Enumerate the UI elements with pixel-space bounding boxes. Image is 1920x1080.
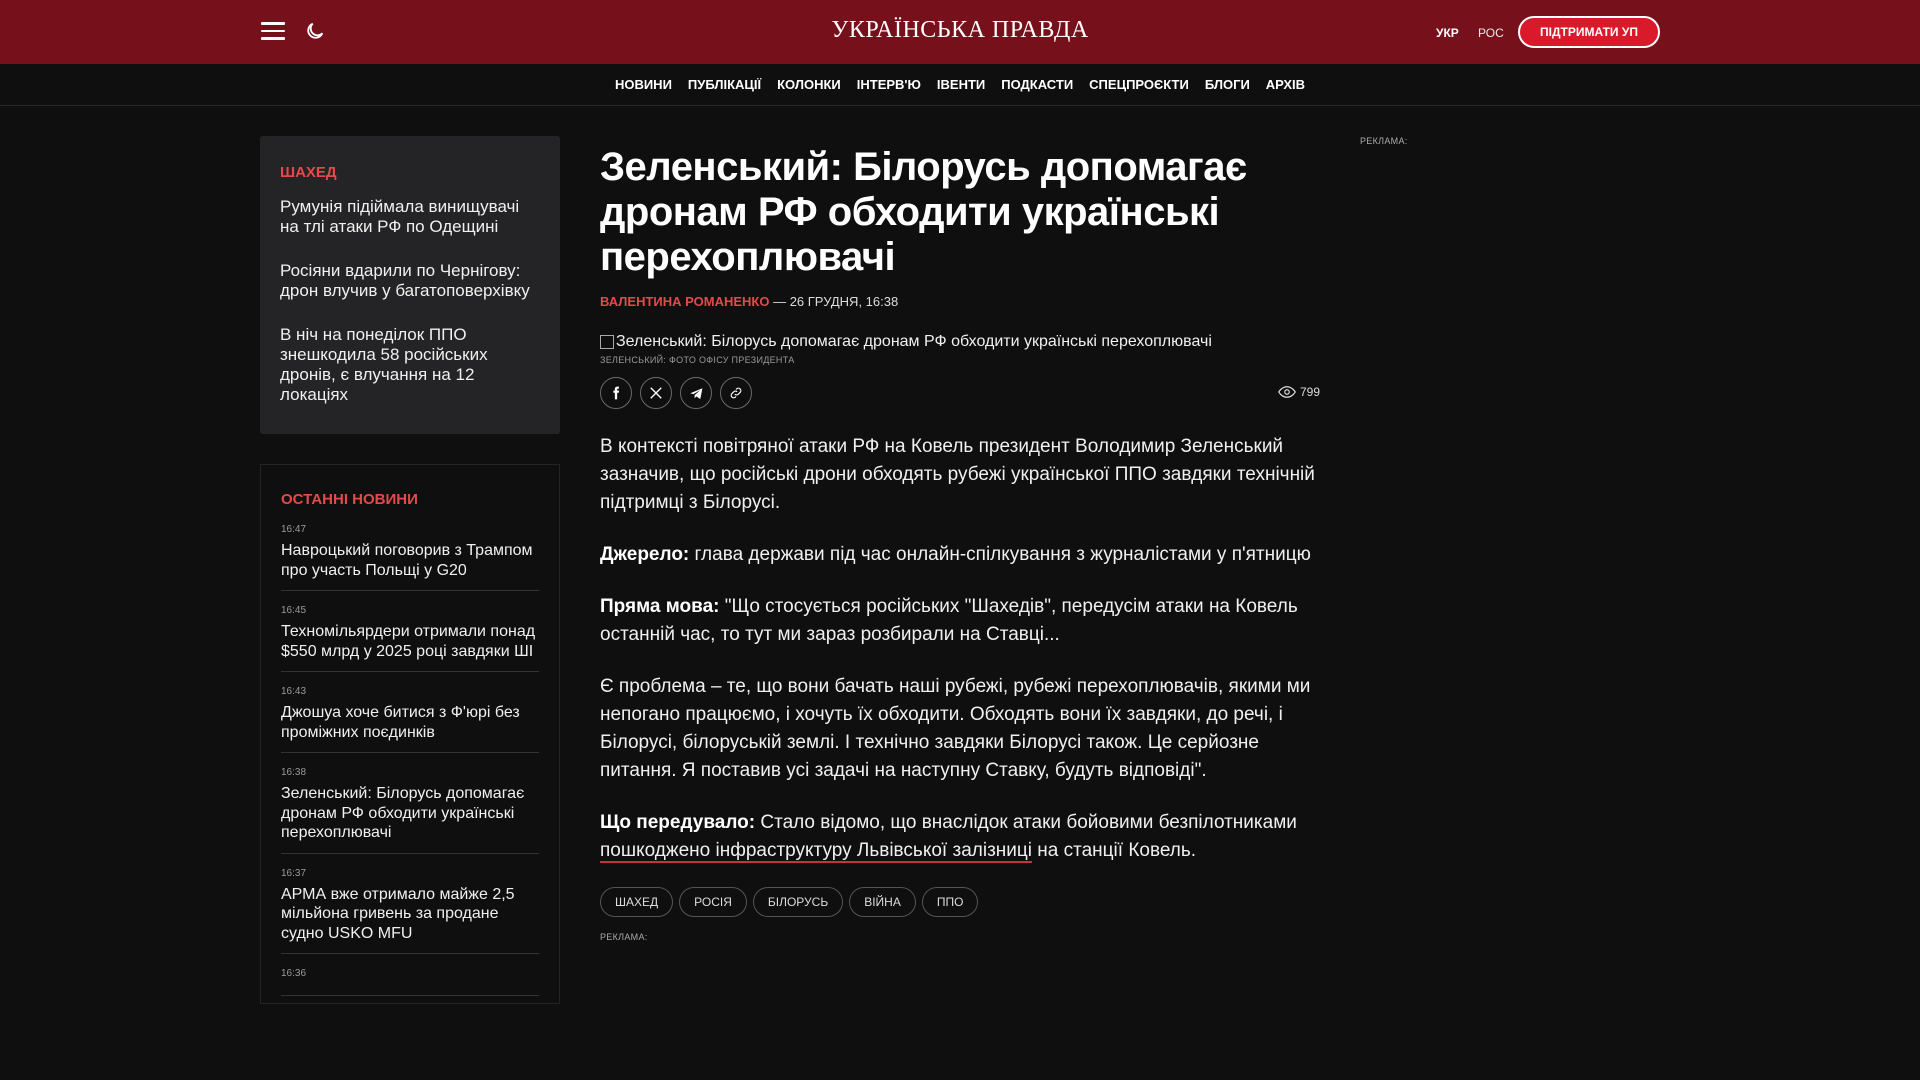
support-button[interactable]: ПІДТРИМАТИ УП [1518, 16, 1660, 48]
ad-label-bottom: РЕКЛАМА: [600, 932, 648, 942]
quote-label: Пряма мова: [600, 596, 720, 617]
top-header: УКРАЇНСЬКА ПРАВДА УКР РОС ПІДТРИМАТИ УП [0, 0, 1920, 64]
article-paragraph: Пряма мова: "Що стосується російських "Ш… [600, 593, 1320, 649]
news-time: 16:38 [281, 767, 307, 778]
moon-icon[interactable] [304, 20, 326, 42]
image-alt-text: Зеленський: Білорусь допомагає дронам РФ… [616, 333, 1212, 350]
nav-item-podcasts[interactable]: ПОДКАСТИ [993, 77, 1081, 92]
source-label: Джерело: [600, 544, 690, 565]
telegram-share-button[interactable] [680, 377, 712, 409]
topic-item[interactable]: Росіяни вдарили по Чернігову: дрон влучи… [280, 261, 540, 301]
news-item[interactable]: 16:45 Техномільярдери отримали понад $55… [281, 605, 539, 672]
news-item[interactable]: 16:43 Джошуа хоче битися з Ф'юрі без про… [281, 686, 539, 753]
tag[interactable]: ВІЙНА [849, 887, 916, 917]
byline: ВАЛЕНТИНА РОМАНЕНКО — 26 ГРУДНЯ, 16:38 [600, 294, 1320, 309]
topic-heading[interactable]: ШАХЕД [280, 164, 540, 181]
related-article-link[interactable]: пошкоджено інфраструктуру Львівської зал… [600, 840, 1032, 863]
topic-box: ШАХЕД Румунія підіймала винищувачі на тл… [260, 136, 560, 434]
lang-ros-link[interactable]: РОС [1478, 26, 1504, 40]
nav-item-interviews[interactable]: ІНТЕРВ'Ю [849, 77, 929, 92]
article-paragraph: Джерело: глава держави під час онлайн-сп… [600, 541, 1320, 569]
article-image: Зеленський: Білорусь допомагає дронам РФ… [600, 333, 1320, 351]
facebook-icon [613, 386, 620, 400]
source-text: глава держави під час онлайн-спілкування… [689, 544, 1311, 565]
article-paragraph: В контексті повітряної атаки РФ на Ковел… [600, 436, 1315, 513]
news-title[interactable]: Навроцький поговорив з Трампом про участ… [281, 541, 539, 580]
broken-image-icon [600, 335, 614, 349]
news-time: 16:43 [281, 686, 307, 697]
article: Зеленський: Білорусь допомагає дронам РФ… [600, 145, 1320, 917]
news-time: 16:36 [281, 968, 307, 979]
news-item[interactable]: 16:47 Навроцький поговорив з Трампом про… [281, 524, 539, 591]
news-title[interactable]: Джошуа хоче битися з Ф'юрі без проміжних… [281, 703, 539, 742]
ad-label-right: РЕКЛАМА: [1360, 136, 1408, 146]
nav-item-specprojects[interactable]: СПЕЦПРОЄКТИ [1081, 77, 1197, 92]
news-time: 16:37 [281, 867, 307, 879]
views-counter: 799 [1278, 385, 1320, 399]
views-count: 799 [1299, 385, 1320, 399]
topic-item[interactable]: Румунія підіймала винищувачі на тлі атак… [280, 197, 540, 237]
news-time: 16:47 [281, 524, 307, 535]
publish-date: — 26 ГРУДНЯ, 16:38 [769, 294, 899, 309]
news-item[interactable]: 16:36 [281, 968, 539, 996]
tag[interactable]: ШАХЕД [600, 887, 674, 917]
news-title[interactable]: АРМА вже отримало майже 2,5 мільйона гри… [281, 885, 539, 944]
tag[interactable]: ППО [921, 887, 979, 917]
news-time: 16:45 [281, 605, 307, 616]
background-text-end: на станції Ковель. [1032, 840, 1197, 861]
x-share-button[interactable] [640, 377, 672, 409]
eye-icon [1278, 386, 1296, 398]
news-title[interactable]: Техномільярдери отримали понад $550 млрд… [281, 622, 539, 661]
facebook-share-button[interactable] [600, 377, 632, 409]
news-title[interactable]: Зеленський: Білорусь допомагає дронам РФ… [281, 784, 539, 843]
latest-news-heading: ОСТАННІ НОВИНИ [281, 491, 418, 508]
tag-list: ШАХЕД РОСІЯ БІЛОРУСЬ ВІЙНА ППО [600, 887, 1320, 917]
link-icon [730, 387, 742, 399]
topic-item[interactable]: В ніч на понеділок ППО знешкодила 58 рос… [280, 325, 540, 405]
telegram-icon [689, 387, 702, 399]
image-caption: ЗЕЛЕНСЬКИЙ: ФОТО ОФІСУ ПРЕЗИДЕНТА [600, 355, 795, 365]
share-row: 799 [600, 377, 1320, 409]
copy-link-button[interactable] [720, 377, 752, 409]
background-label: Що передувало: [600, 812, 756, 833]
author-link[interactable]: ВАЛЕНТИНА РОМАНЕНКО [600, 294, 769, 309]
lang-ukr-link[interactable]: УКР [1436, 26, 1459, 40]
latest-news-box: ОСТАННІ НОВИНИ 16:47 Навроцький поговори… [260, 464, 560, 1004]
tag[interactable]: РОСІЯ [679, 887, 747, 917]
nav-item-archive[interactable]: АРХІВ [1258, 77, 1313, 92]
article-title: Зеленський: Білорусь допомагає дронам РФ… [600, 145, 1247, 279]
nav-item-publications[interactable]: ПУБЛІКАЦІЇ [680, 77, 769, 92]
article-paragraph: Є проблема – те, що вони бачать наші руб… [600, 676, 1311, 781]
tag[interactable]: БІЛОРУСЬ [752, 887, 844, 917]
news-item[interactable]: 16:37 АРМА вже отримало майже 2,5 мільйо… [281, 867, 539, 954]
main-nav: НОВИНИ ПУБЛІКАЦІЇ КОЛОНКИ ІНТЕРВ'Ю ІВЕНТ… [0, 64, 1920, 106]
news-item[interactable]: 16:38 Зеленський: Білорусь допомагає дро… [281, 767, 539, 854]
x-icon [650, 387, 662, 399]
article-paragraph: Що передувало: Стало відомо, що внаслідо… [600, 809, 1320, 865]
hamburger-icon[interactable] [261, 22, 285, 40]
nav-item-news[interactable]: НОВИНИ [607, 77, 680, 92]
nav-item-blogs[interactable]: БЛОГИ [1197, 77, 1258, 92]
nav-item-columns[interactable]: КОЛОНКИ [769, 77, 849, 92]
background-text: Стало відомо, що внаслідок атаки бойовим… [755, 812, 1297, 833]
nav-item-events[interactable]: ІВЕНТИ [929, 77, 993, 92]
